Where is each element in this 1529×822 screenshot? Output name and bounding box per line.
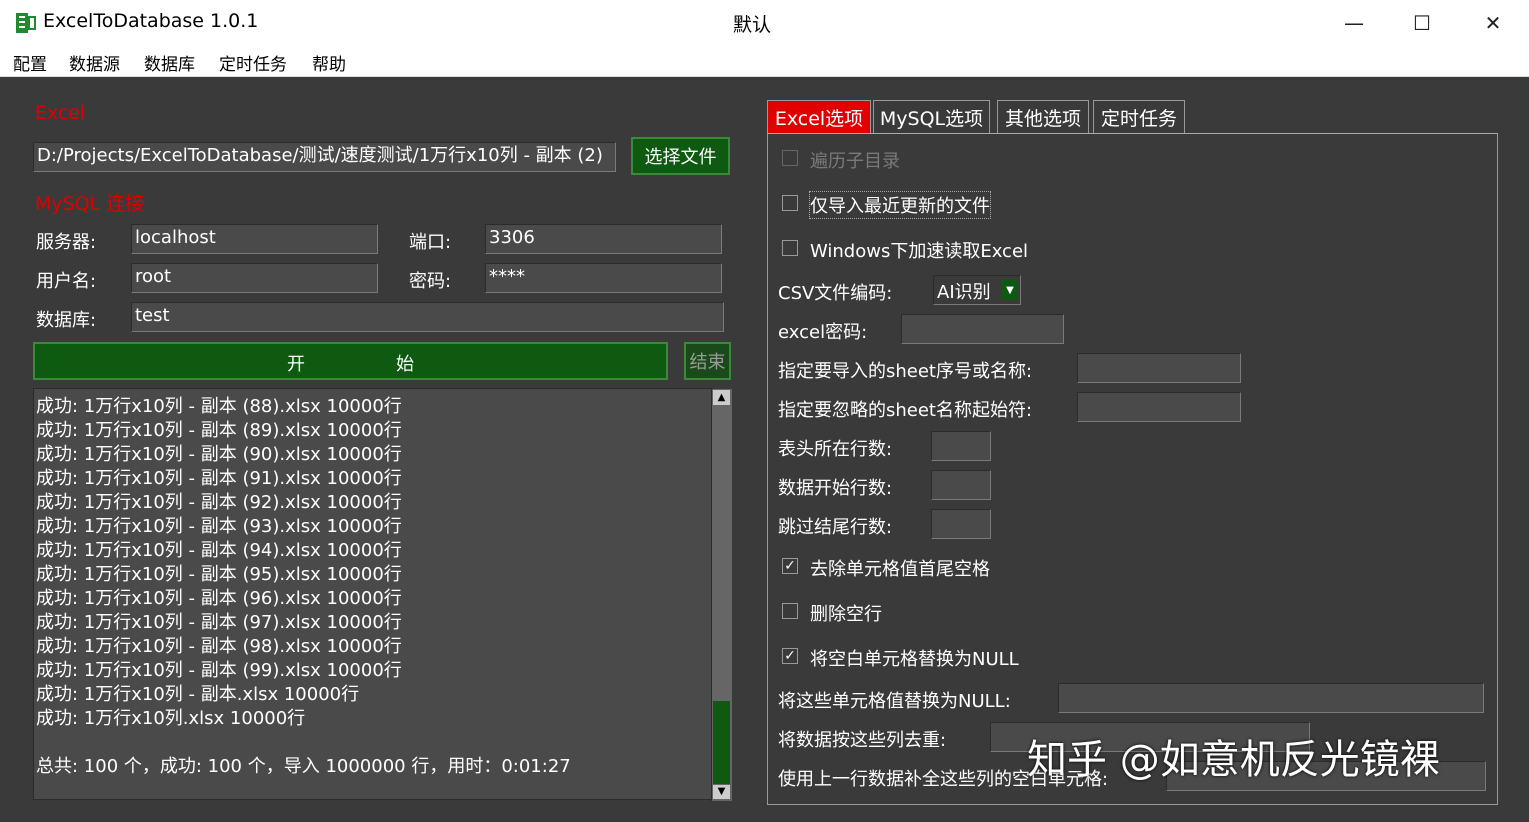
port-label: 端口: <box>409 232 452 253</box>
server-field[interactable]: localhost <box>131 224 378 254</box>
log-scrollbar[interactable]: ▲ ▼ <box>711 389 732 801</box>
sheet-to-import-label: 指定要导入的sheet序号或名称: <box>778 361 1033 382</box>
csv-encoding-label: CSV文件编码: <box>778 283 893 304</box>
start-button[interactable]: 开 始 <box>33 342 668 380</box>
delete-empty-rows-label: 删除空行 <box>810 604 882 625</box>
close-button[interactable]: ✕ <box>1470 6 1516 40</box>
log-line: 成功: 1万行x10列 - 副本 (98).xlsx 10000行 <box>36 636 402 657</box>
header-row-field[interactable] <box>931 431 991 461</box>
blank-to-null-checkbox[interactable]: ✓ <box>782 648 798 664</box>
data-start-row-field[interactable] <box>931 470 991 500</box>
header-row-label: 表头所在行数: <box>778 439 893 460</box>
windows-accel-checkbox[interactable] <box>782 240 798 256</box>
trim-spaces-checkbox[interactable]: ✓ <box>782 558 798 574</box>
user-field[interactable]: root <box>131 263 378 293</box>
database-field[interactable]: test <box>131 302 724 332</box>
menu-scheduled-tasks[interactable]: 定时任务 <box>219 50 287 75</box>
user-label: 用户名: <box>36 271 97 292</box>
log-line: 成功: 1万行x10列 - 副本 (89).xlsx 10000行 <box>36 420 402 441</box>
traverse-subdirs-checkbox[interactable] <box>782 150 798 166</box>
window-title: 默认 <box>733 14 772 36</box>
values-to-null-label: 将这些单元格值替换为NULL: <box>778 691 1011 712</box>
windows-accel-label: Windows下加速读取Excel <box>810 241 1029 262</box>
trim-spaces-label: 去除单元格值首尾空格 <box>810 559 990 580</box>
excel-password-label: excel密码: <box>778 322 868 343</box>
data-start-row-label: 数据开始行数: <box>778 478 893 499</box>
traverse-subdirs-label: 遍历子目录 <box>810 151 900 172</box>
sheet-to-import-field[interactable] <box>1077 353 1241 383</box>
log-line: 成功: 1万行x10列 - 副本 (93).xlsx 10000行 <box>36 516 402 537</box>
tab-excel-options[interactable]: Excel选项 <box>767 100 871 134</box>
watermark: 知乎 @如意机反光镜裸 <box>1027 737 1440 783</box>
log-line: 成功: 1万行x10列.xlsx 10000行 <box>36 708 306 729</box>
menu-datasource[interactable]: 数据源 <box>69 50 120 75</box>
menu-config[interactable]: 配置 <box>13 50 47 75</box>
log-line: 成功: 1万行x10列 - 副本 (90).xlsx 10000行 <box>36 444 402 465</box>
menu-database[interactable]: 数据库 <box>144 50 195 75</box>
delete-empty-rows-checkbox[interactable] <box>782 603 798 619</box>
database-label: 数据库: <box>36 310 97 331</box>
dropdown-arrow-icon[interactable]: ▼ <box>1002 280 1018 300</box>
log-line: 成功: 1万行x10列 - 副本 (92).xlsx 10000行 <box>36 492 402 513</box>
tab-scheduled-tasks[interactable]: 定时任务 <box>1093 100 1185 134</box>
log-line: 成功: 1万行x10列 - 副本 (97).xlsx 10000行 <box>36 612 402 633</box>
minimize-button[interactable]: — <box>1331 6 1377 40</box>
scroll-thumb[interactable] <box>713 701 730 784</box>
app-title: ExcelToDatabase 1.0.1 <box>43 10 259 32</box>
file-path-field[interactable]: D:/Projects/ExcelToDatabase/测试/速度测试/1万行x… <box>33 142 616 172</box>
scroll-up-arrow-icon[interactable]: ▲ <box>713 390 730 405</box>
log-line: 成功: 1万行x10列 - 副本 (91).xlsx 10000行 <box>36 468 402 489</box>
excel-section-label: Excel <box>35 102 86 124</box>
log-line: 成功: 1万行x10列 - 副本 (95).xlsx 10000行 <box>36 564 402 585</box>
check-mark-icon: ✓ <box>784 558 796 574</box>
skip-tail-rows-label: 跳过结尾行数: <box>778 517 893 538</box>
sheet-ignore-prefix-label: 指定要忽略的sheet名称起始符: <box>778 400 1033 421</box>
only-recent-checkbox[interactable] <box>782 195 798 211</box>
log-line: 成功: 1万行x10列 - 副本 (88).xlsx 10000行 <box>36 396 402 417</box>
log-summary: 总共: 100 个，成功: 100 个，导入 1000000 行，用时：0:01… <box>36 756 571 777</box>
dedupe-label: 将数据按这些列去重: <box>778 730 947 751</box>
password-field[interactable]: **** <box>485 263 722 293</box>
check-mark-icon: ✓ <box>784 648 796 664</box>
sheet-ignore-prefix-field[interactable] <box>1077 392 1241 422</box>
log-line: 成功: 1万行x10列 - 副本 (94).xlsx 10000行 <box>36 540 402 561</box>
mysql-section-label: MySQL 连接 <box>35 193 145 215</box>
skip-tail-rows-field[interactable] <box>931 509 991 539</box>
excel-password-field[interactable] <box>901 314 1064 344</box>
csv-encoding-select[interactable]: AI识别 ▼ <box>933 275 1021 305</box>
blank-to-null-label: 将空白单元格替换为NULL <box>810 649 1019 670</box>
log-line: 成功: 1万行x10列 - 副本 (99).xlsx 10000行 <box>36 660 402 681</box>
start-button-left-char: 开 <box>287 354 305 375</box>
choose-file-button[interactable]: 选择文件 <box>631 137 730 175</box>
start-button-right-char: 始 <box>396 354 414 375</box>
log-line: 成功: 1万行x10列 - 副本 (96).xlsx 10000行 <box>36 588 402 609</box>
maximize-button[interactable]: ☐ <box>1399 6 1445 40</box>
scroll-down-arrow-icon[interactable]: ▼ <box>713 785 730 799</box>
log-line: 成功: 1万行x10列 - 副本.xlsx 10000行 <box>36 684 360 705</box>
port-field[interactable]: 3306 <box>485 224 722 254</box>
menu-help[interactable]: 帮助 <box>312 50 346 75</box>
only-recent-label: 仅导入最近更新的文件 <box>809 191 991 219</box>
tab-mysql-options[interactable]: MySQL选项 <box>873 100 990 134</box>
values-to-null-field[interactable] <box>1058 683 1484 713</box>
tab-other-options[interactable]: 其他选项 <box>997 100 1089 134</box>
app-icon <box>15 11 37 35</box>
csv-encoding-value: AI识别 <box>937 282 991 303</box>
server-label: 服务器: <box>36 232 97 253</box>
password-label: 密码: <box>409 271 452 292</box>
end-button[interactable]: 结束 <box>684 342 731 380</box>
